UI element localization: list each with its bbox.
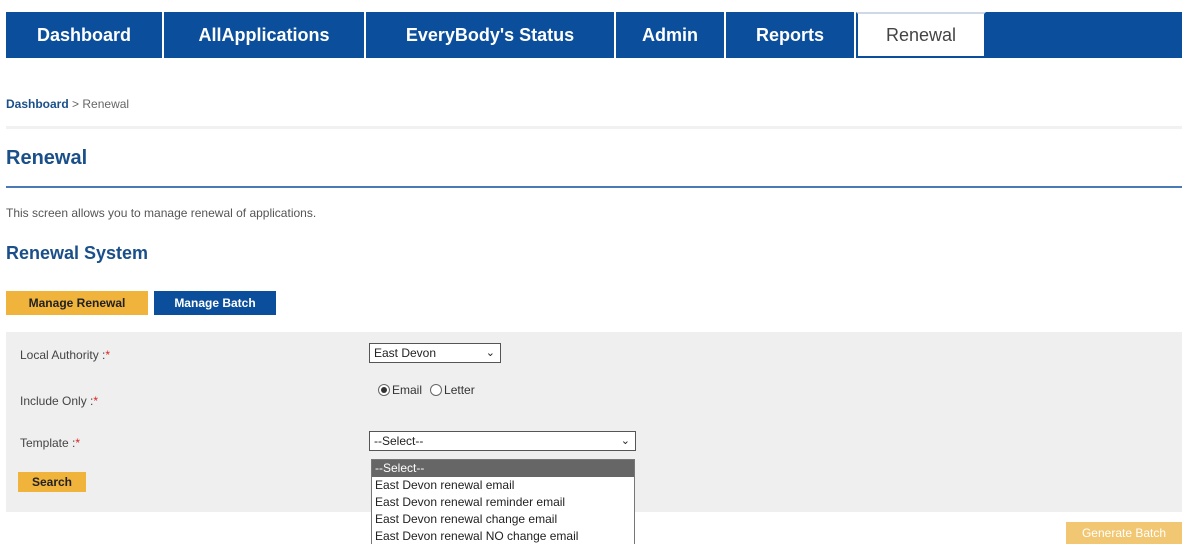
section-title: Renewal System bbox=[6, 243, 149, 263]
include-only-label-text: Include Only : bbox=[20, 394, 94, 408]
template-option[interactable]: --Select-- bbox=[372, 460, 634, 477]
tab-renewal[interactable]: Renewal bbox=[856, 12, 986, 58]
template-option[interactable]: East Devon renewal change email bbox=[372, 511, 634, 528]
breadcrumb: Dashboard > Renewal bbox=[6, 97, 129, 111]
email-radio-label: Email bbox=[392, 383, 423, 397]
local-authority-select[interactable]: East Devon ⌄ bbox=[369, 343, 501, 363]
template-label: Template :* bbox=[20, 436, 80, 450]
tab-all-applications[interactable]: AllApplications bbox=[164, 12, 366, 58]
required-marker: * bbox=[105, 348, 111, 362]
page-description: This screen allows you to manage renewal… bbox=[6, 206, 317, 220]
include-only-label: Include Only :* bbox=[20, 394, 98, 408]
template-option[interactable]: East Devon renewal email bbox=[372, 477, 634, 494]
include-only-radio-group: Email Letter bbox=[378, 383, 483, 397]
breadcrumb-current: Renewal bbox=[82, 97, 130, 111]
generate-batch-button[interactable]: Generate Batch bbox=[1066, 522, 1182, 544]
email-radio[interactable] bbox=[378, 384, 390, 396]
local-authority-label-text: Local Authority : bbox=[20, 348, 106, 362]
letter-radio[interactable] bbox=[430, 384, 443, 396]
tab-everybodys-status[interactable]: EveryBody's Status bbox=[366, 12, 616, 58]
breadcrumb-divider bbox=[6, 126, 1182, 129]
title-divider bbox=[6, 186, 1182, 188]
manage-renewal-button[interactable]: Manage Renewal bbox=[6, 291, 148, 315]
required-marker: * bbox=[75, 436, 81, 450]
chevron-down-icon: ⌄ bbox=[620, 435, 630, 447]
letter-radio-label: Letter bbox=[444, 383, 475, 397]
local-authority-value: East Devon bbox=[374, 346, 437, 360]
template-value: --Select-- bbox=[374, 434, 424, 448]
top-nav: Dashboard AllApplications EveryBody's St… bbox=[6, 12, 1182, 58]
template-dropdown-list: --Select-- East Devon renewal email East… bbox=[371, 459, 635, 544]
manage-batch-button[interactable]: Manage Batch bbox=[154, 291, 276, 315]
template-label-text: Template : bbox=[20, 436, 76, 450]
tab-admin[interactable]: Admin bbox=[616, 12, 726, 58]
local-authority-label: Local Authority :* bbox=[20, 348, 110, 362]
breadcrumb-dashboard-link[interactable]: Dashboard bbox=[6, 97, 69, 111]
breadcrumb-separator: > bbox=[68, 97, 83, 111]
required-marker: * bbox=[93, 394, 99, 408]
template-option[interactable]: East Devon renewal reminder email bbox=[372, 494, 634, 511]
page-title: Renewal bbox=[6, 147, 88, 169]
tab-dashboard[interactable]: Dashboard bbox=[6, 12, 164, 58]
chevron-down-icon: ⌄ bbox=[485, 347, 495, 359]
tab-reports[interactable]: Reports bbox=[726, 12, 856, 58]
template-select[interactable]: --Select-- ⌄ bbox=[369, 431, 636, 451]
template-option[interactable]: East Devon renewal NO change email bbox=[372, 528, 634, 544]
search-button[interactable]: Search bbox=[18, 472, 86, 492]
